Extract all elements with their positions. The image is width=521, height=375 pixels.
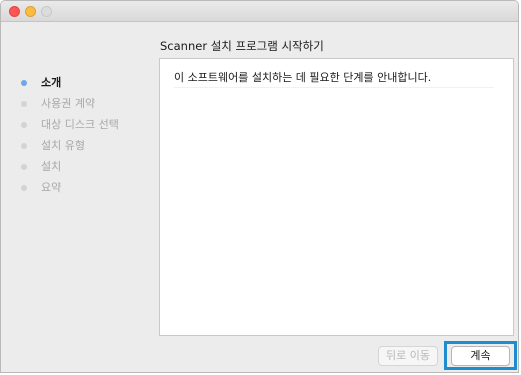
minimize-icon[interactable] [25, 6, 36, 17]
installer-heading: Scanner 설치 프로그램 시작하기 [160, 39, 324, 53]
content-pane: 이 소프트웨어를 설치하는 데 필요한 단계를 안내합니다. [159, 58, 514, 336]
step-label: 요약 [41, 181, 62, 194]
close-icon[interactable] [9, 6, 20, 17]
step-label: 대상 디스크 선택 [41, 118, 119, 131]
zoom-icon [41, 6, 52, 17]
intro-text: 이 소프트웨어를 설치하는 데 필요한 단계를 안내합니다. [174, 71, 432, 84]
step-label: 설치 [41, 160, 62, 173]
step-destination: 대상 디스크 선택 [21, 117, 151, 138]
step-summary: 요약 [21, 180, 151, 201]
step-introduction: 소개 [21, 75, 151, 96]
step-label: 소개 [41, 76, 62, 89]
step-installation: 설치 [21, 159, 151, 180]
continue-button[interactable]: 계속 [451, 346, 510, 366]
step-bullet-icon [21, 164, 27, 170]
steps-sidebar: 소개 사용권 계약 대상 디스크 선택 설치 유형 설치 요약 [21, 75, 151, 201]
step-bullet-icon [21, 80, 27, 86]
step-label: 사용권 계약 [41, 97, 96, 110]
step-label: 설치 유형 [41, 139, 85, 152]
step-bullet-icon [21, 101, 27, 107]
step-installation-type: 설치 유형 [21, 138, 151, 159]
divider [174, 87, 494, 88]
title-bar [1, 1, 518, 22]
step-bullet-icon [21, 185, 27, 191]
step-bullet-icon [21, 122, 27, 128]
installer-window: Scanner 설치 프로그램 시작하기 소개 사용권 계약 대상 디스크 선택… [0, 0, 519, 373]
step-bullet-icon [21, 143, 27, 149]
back-button[interactable]: 뒤로 이동 [378, 346, 438, 366]
step-license: 사용권 계약 [21, 96, 151, 117]
